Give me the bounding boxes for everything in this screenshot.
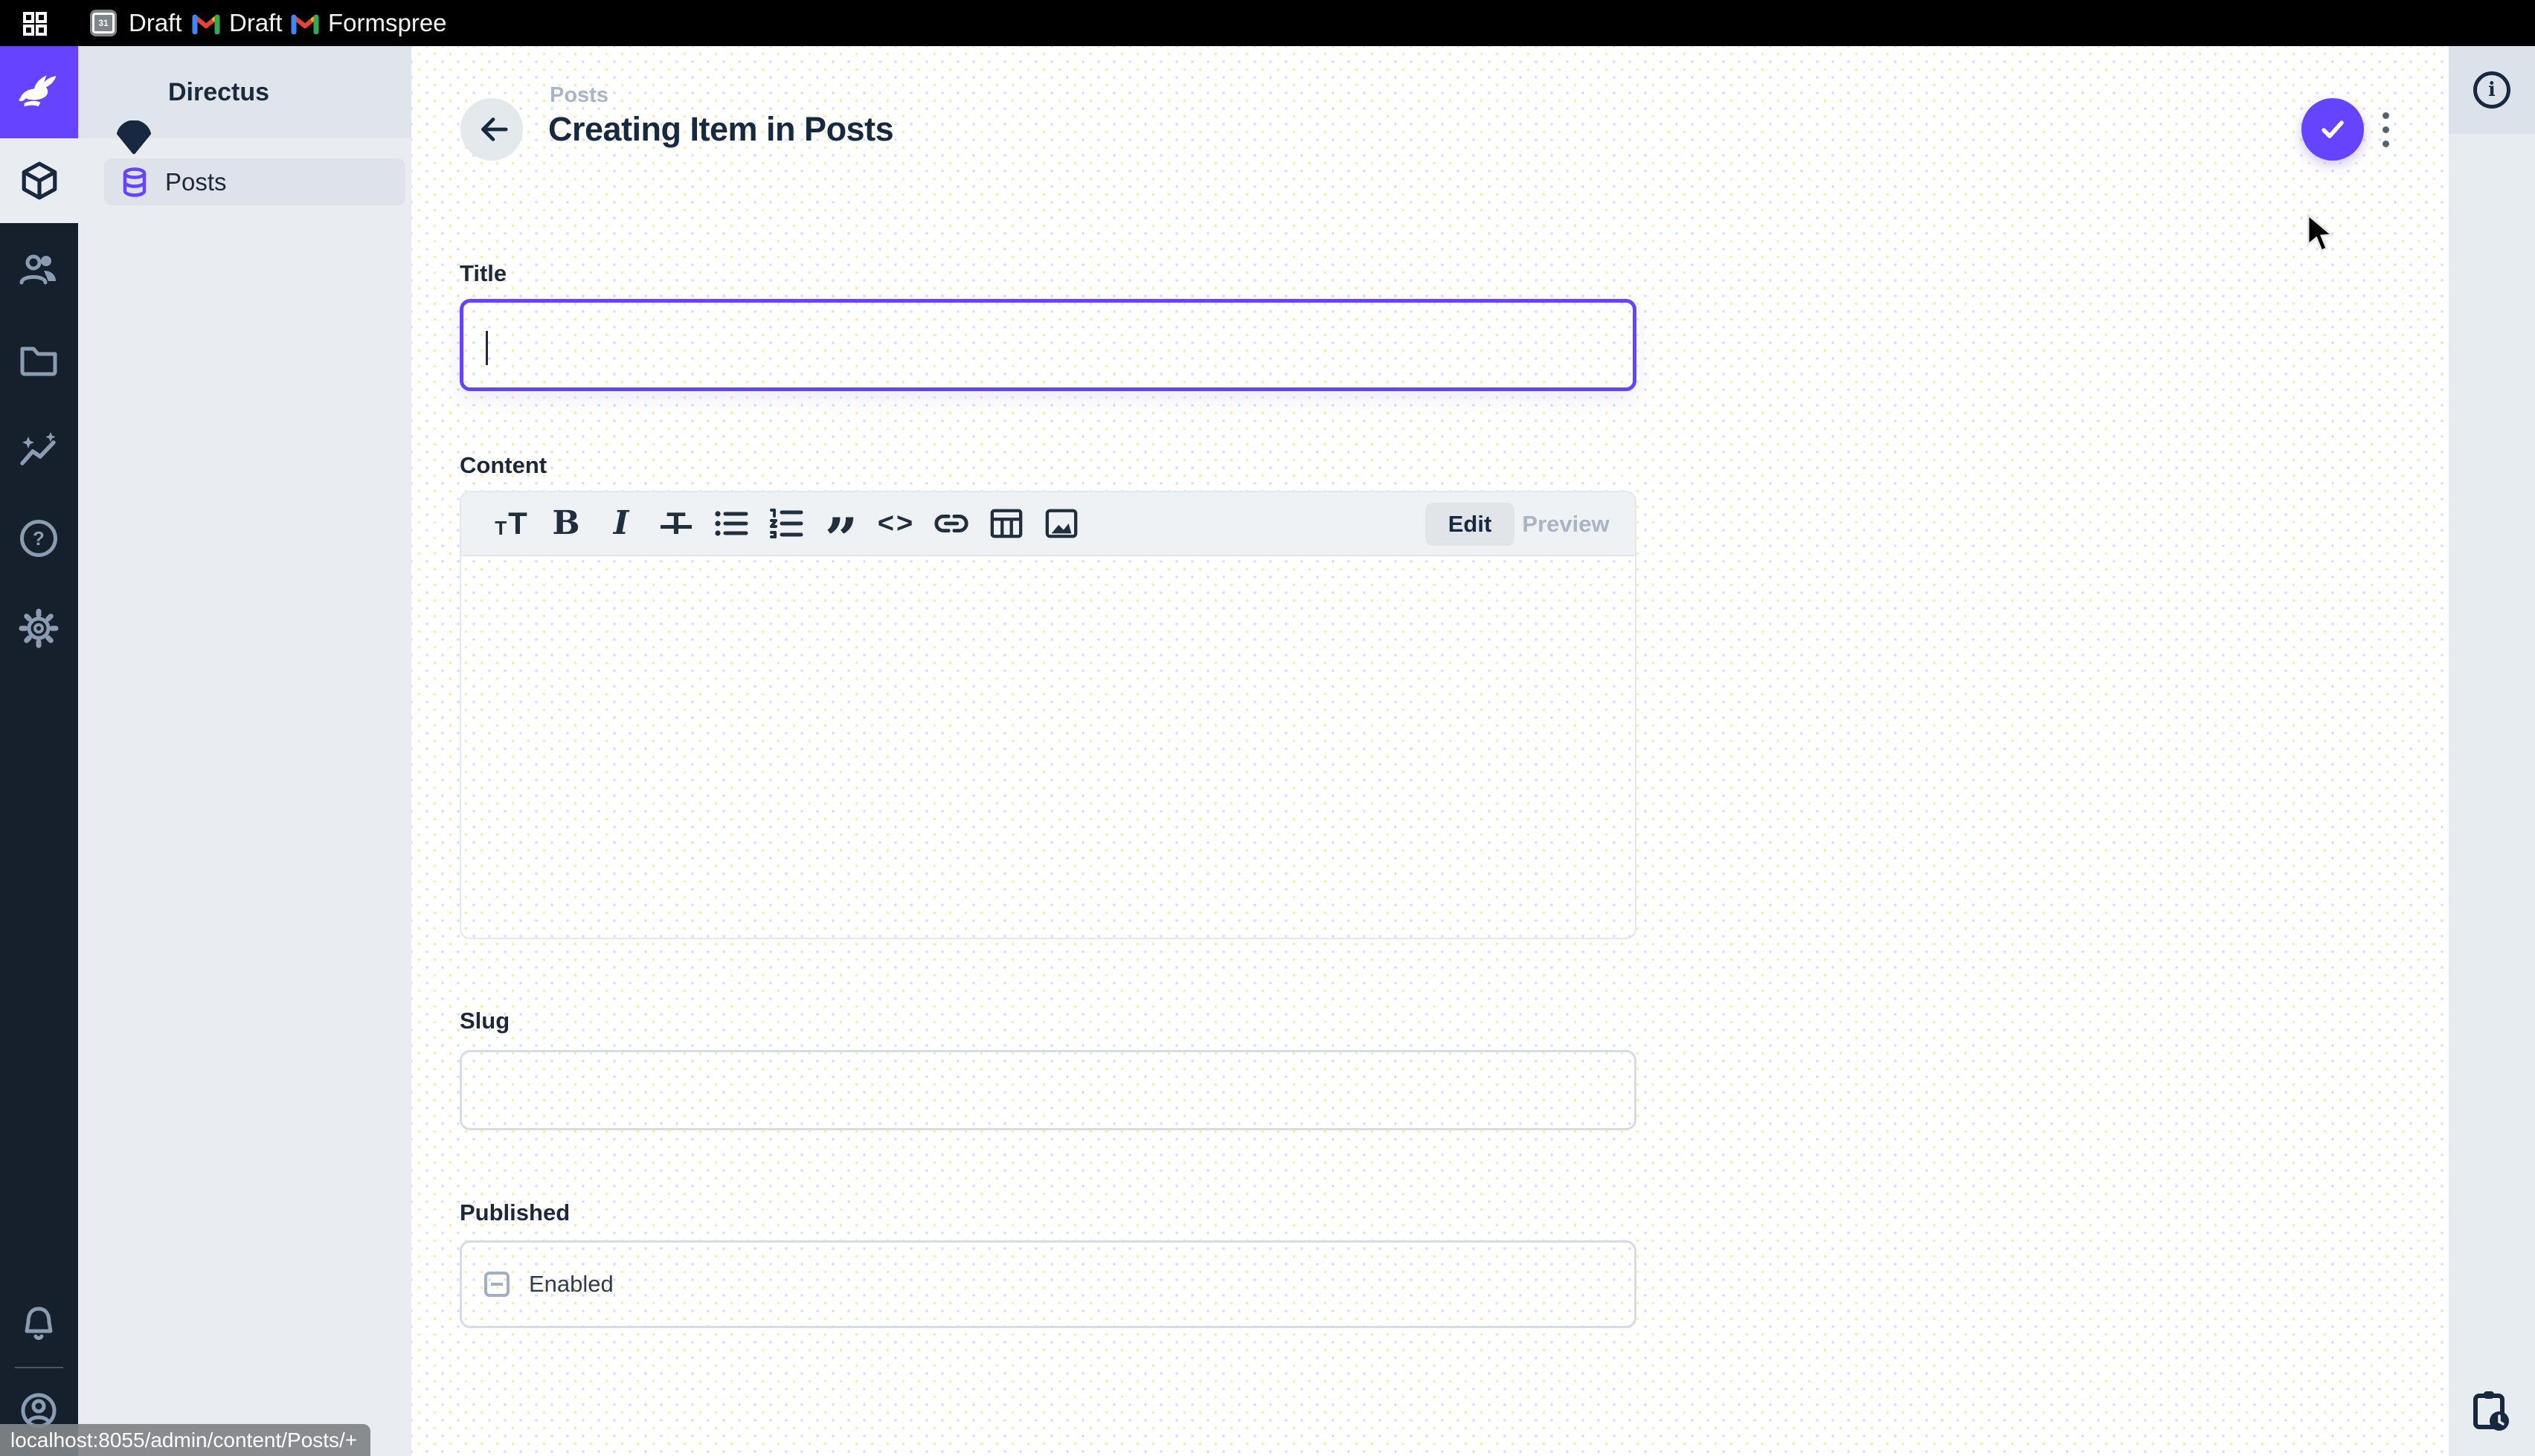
bullet-list-icon [714, 509, 748, 538]
link-icon [933, 505, 970, 542]
database-icon [121, 167, 149, 197]
back-button[interactable] [460, 98, 523, 161]
arrow-left-icon [475, 112, 509, 146]
module-settings-button[interactable] [19, 608, 59, 648]
calendar-day-label: 31 [92, 13, 115, 33]
apps-grid-icon[interactable] [22, 11, 48, 36]
blockquote-button[interactable]: ” [814, 492, 869, 555]
info-glyph: i [2488, 80, 2496, 100]
project-logo-icon [115, 120, 153, 155]
module-users-button[interactable] [19, 253, 59, 287]
check-icon [2317, 114, 2348, 145]
calendar-icon[interactable]: 31 [90, 10, 117, 36]
edit-tab-button[interactable]: Edit [1425, 503, 1514, 546]
bold-button[interactable]: B [539, 492, 594, 555]
table-button[interactable] [979, 492, 1034, 555]
published-checkbox[interactable] [484, 1272, 510, 1297]
sidebar-item-label: Posts [165, 168, 227, 196]
insights-icon [18, 431, 60, 468]
strikethrough-button[interactable]: T [649, 492, 704, 555]
clipboard-clock-icon [2470, 1390, 2511, 1433]
right-sidebar: i [2449, 46, 2535, 1456]
help-glyph: ? [33, 529, 45, 548]
wysiwyg-toolbar: T T B I T [461, 492, 1635, 556]
content-field-label: Content [460, 452, 547, 479]
module-bar: ? [0, 46, 78, 1456]
kebab-dot [2383, 112, 2389, 119]
directus-logo-button[interactable] [0, 46, 78, 138]
published-field-label: Published [460, 1199, 570, 1226]
navigation-sidebar: Directus Posts [78, 46, 411, 1456]
page-title: Creating Item in Posts [548, 110, 893, 149]
folder-icon [19, 342, 59, 376]
published-checkbox-label: Enabled [529, 1271, 614, 1298]
bookmark-draft-2[interactable]: Draft [229, 0, 283, 46]
table-icon [989, 507, 1024, 540]
bookmark-draft-1[interactable]: Draft [129, 0, 182, 46]
title-field-label: Title [460, 260, 507, 287]
code-icon: <> [878, 509, 915, 538]
module-docs-button[interactable]: ? [20, 520, 57, 557]
italic-button[interactable]: I [594, 492, 649, 555]
slug-field-label: Slug [460, 1008, 510, 1034]
status-url-tooltip: localhost:8055/admin/content/Posts/+ [0, 1424, 370, 1456]
module-files-button[interactable] [19, 342, 59, 376]
users-icon [19, 253, 59, 287]
image-icon [1044, 507, 1079, 540]
help-icon: ? [20, 520, 57, 557]
notifications-button[interactable] [20, 1304, 57, 1343]
mouse-cursor [2305, 213, 2339, 255]
bell-icon [20, 1304, 57, 1343]
gmail-icon[interactable] [291, 13, 319, 34]
module-content-button[interactable] [0, 138, 78, 223]
save-button[interactable] [2301, 98, 2364, 161]
content-editor[interactable]: T T B I T [460, 491, 1636, 939]
preview-tab-button[interactable]: Preview [1517, 503, 1614, 546]
slug-input[interactable] [460, 1050, 1636, 1130]
strikethrough-icon: T [666, 508, 686, 539]
browser-bookmarks-bar: 31 Draft Draft Formspree [0, 0, 2535, 46]
project-header[interactable]: Directus [78, 46, 411, 138]
project-name: Directus [168, 46, 269, 138]
link-button[interactable] [924, 492, 979, 555]
cube-icon [19, 161, 60, 201]
format-size-button[interactable]: T T [483, 492, 539, 555]
indeterminate-dash-icon [491, 1283, 503, 1286]
code-button[interactable]: <> [869, 492, 924, 555]
numbered-list-icon [769, 508, 803, 539]
sidebar-item-posts[interactable]: Posts [104, 158, 405, 205]
info-icon: i [2473, 71, 2510, 109]
main-content: Posts Creating Item in Posts Title Conte… [411, 46, 2449, 1456]
image-button[interactable] [1034, 492, 1089, 555]
gear-icon [19, 608, 59, 648]
module-insights-button[interactable] [18, 431, 60, 468]
directus-app-window: 31 Draft Draft Formspree [0, 0, 2535, 1456]
bullet-list-button[interactable] [704, 492, 759, 555]
text-caret [486, 331, 488, 365]
directus-rabbit-logo [14, 67, 65, 117]
sidebar-info-section[interactable]: i [2449, 46, 2535, 134]
numbered-list-button[interactable] [759, 492, 814, 555]
module-bar-divider [15, 1367, 63, 1368]
bold-icon: B [552, 507, 579, 540]
format-size-icon: T T [495, 506, 527, 541]
kebab-dot [2383, 126, 2389, 133]
italic-icon: I [614, 507, 629, 540]
gmail-icon[interactable] [192, 13, 220, 34]
published-field: Enabled [460, 1240, 1636, 1328]
breadcrumb[interactable]: Posts [550, 83, 608, 108]
kebab-dot [2383, 141, 2389, 147]
kebab-menu-button[interactable] [2369, 98, 2402, 161]
activity-button[interactable] [2470, 1390, 2511, 1433]
title-input[interactable] [460, 299, 1636, 391]
bookmark-formspree[interactable]: Formspree [328, 0, 447, 46]
